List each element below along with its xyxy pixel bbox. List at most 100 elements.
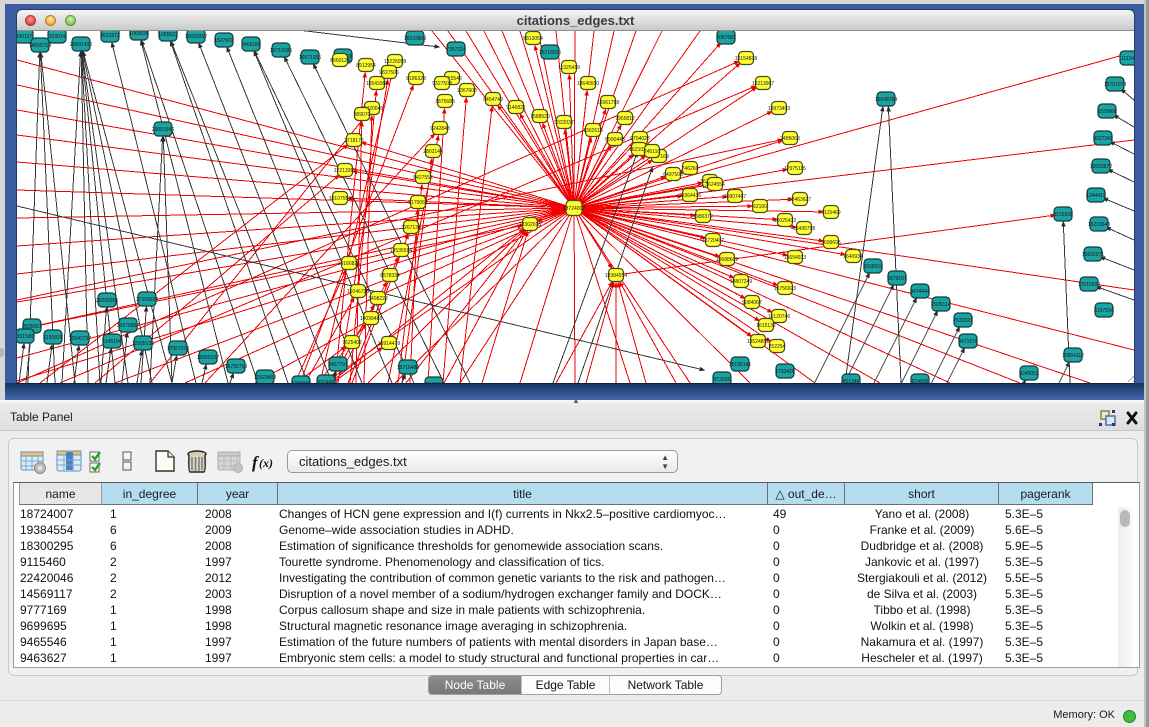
svg-text:15716485: 15716485 <box>397 365 419 371</box>
svg-text:9474444: 9474444 <box>910 289 930 295</box>
svg-text:16671355: 16671355 <box>299 55 321 61</box>
svg-text:6879197: 6879197 <box>887 276 907 282</box>
svg-text:15720407: 15720407 <box>702 238 724 244</box>
svg-text:9329966: 9329966 <box>1097 109 1117 115</box>
svg-text:6497508: 6497508 <box>663 172 683 178</box>
svg-text:2935114: 2935114 <box>931 302 950 308</box>
svg-text:111240: 111240 <box>1121 56 1134 62</box>
svg-text:851346: 851346 <box>843 379 860 383</box>
svg-text:2621973: 2621973 <box>100 33 120 39</box>
svg-text:1733426: 1733426 <box>775 369 795 375</box>
svg-text:746266: 746266 <box>682 166 699 172</box>
svg-text:9227342: 9227342 <box>1093 136 1113 142</box>
svg-text:12923468: 12923468 <box>254 375 276 381</box>
svg-text:1244419: 1244419 <box>1086 193 1106 199</box>
svg-text:8578334: 8578334 <box>380 273 400 279</box>
svg-text:3215938: 3215938 <box>1053 212 1073 218</box>
svg-text:10719185: 10719185 <box>270 48 292 54</box>
svg-text:20053346: 20053346 <box>152 127 174 133</box>
svg-text:7986372: 7986372 <box>693 214 713 220</box>
svg-text:15692971: 15692971 <box>1082 252 1104 258</box>
svg-text:9245052: 9245052 <box>1019 371 1039 377</box>
svg-text:1292346: 1292346 <box>291 381 311 383</box>
svg-text:12213967: 12213967 <box>752 81 774 87</box>
svg-text:20364436: 20364436 <box>679 193 701 199</box>
svg-text:10973493: 10973493 <box>768 106 790 112</box>
svg-text:1527602: 1527602 <box>214 38 234 44</box>
svg-text:8938923: 8938923 <box>863 264 883 270</box>
svg-text:17957273: 17957273 <box>167 346 189 352</box>
svg-text:932496: 932496 <box>318 380 335 383</box>
svg-text:18807249: 18807249 <box>730 279 752 285</box>
svg-text:16782759: 16782759 <box>225 364 247 370</box>
svg-text:17016504: 17016504 <box>1078 282 1100 288</box>
svg-text:17359924: 17359924 <box>136 297 158 303</box>
svg-text:9699695: 9699695 <box>821 240 841 246</box>
svg-text:9827506: 9827506 <box>379 70 399 76</box>
svg-text:9170061: 9170061 <box>408 200 428 206</box>
svg-text:13654923: 13654923 <box>784 255 806 261</box>
svg-text:10807487: 10807487 <box>724 194 746 200</box>
svg-text:1615132: 1615132 <box>756 323 776 329</box>
svg-text:9146821: 9146821 <box>506 105 526 111</box>
svg-text:13524851: 13524851 <box>747 339 769 345</box>
svg-text:5322037: 5322037 <box>554 120 574 126</box>
svg-text:1588520: 1588520 <box>530 114 550 120</box>
svg-text:11325419: 11325419 <box>558 65 580 71</box>
svg-text:1362615: 1362615 <box>583 128 603 134</box>
svg-text:8427552: 8427552 <box>413 175 433 181</box>
svg-text:8471676: 8471676 <box>958 339 978 345</box>
svg-text:9242848: 9242848 <box>430 126 450 132</box>
svg-text:18724007: 18724007 <box>563 206 585 212</box>
svg-text:10655267: 10655267 <box>185 34 207 40</box>
svg-text:9084067: 9084067 <box>742 300 762 306</box>
svg-text:16046738: 16046738 <box>347 289 369 295</box>
svg-text:3498222: 3498222 <box>368 296 388 302</box>
svg-text:18640910: 18640910 <box>577 81 599 87</box>
svg-text:9115460: 9115460 <box>821 210 840 216</box>
svg-text:2087682: 2087682 <box>716 35 736 41</box>
svg-text:1145194: 1145194 <box>102 339 121 345</box>
svg-text:15136141: 15136141 <box>729 362 751 368</box>
svg-text:203914: 203914 <box>49 34 66 40</box>
svg-text:1065532: 1065532 <box>158 32 178 38</box>
svg-text:7632621: 7632621 <box>953 318 973 324</box>
svg-text:16648784: 16648784 <box>875 97 897 103</box>
svg-text:252254: 252254 <box>769 344 786 350</box>
svg-text:(x): (x) <box>259 456 273 470</box>
svg-text:2367608: 2367608 <box>457 88 477 94</box>
svg-text:62160: 62160 <box>753 204 767 210</box>
svg-text:15495798: 15495798 <box>793 226 815 232</box>
svg-text:7357224: 7357224 <box>446 47 466 53</box>
svg-text:3624554: 3624554 <box>705 182 725 188</box>
svg-text:890137: 890137 <box>17 34 33 40</box>
svg-text:3267130: 3267130 <box>401 225 421 231</box>
svg-text:989070: 989070 <box>354 112 371 118</box>
svg-text:2718176: 2718176 <box>344 138 364 144</box>
svg-text:072036: 072036 <box>714 377 731 383</box>
svg-text:16033809: 16033809 <box>404 36 426 42</box>
svg-text:12213367: 12213367 <box>334 168 356 174</box>
svg-text:20691406: 20691406 <box>70 42 92 48</box>
svg-text:10025433: 10025433 <box>774 218 796 224</box>
svg-text:10756923: 10756923 <box>774 286 796 292</box>
svg-text:924505: 924505 <box>912 379 929 383</box>
svg-text:16154838: 16154838 <box>735 56 757 62</box>
svg-text:8912954: 8912954 <box>356 63 376 69</box>
svg-text:8990448: 8990448 <box>605 137 625 143</box>
svg-text:18302015: 18302015 <box>519 222 541 228</box>
svg-text:12505135: 12505135 <box>132 341 154 347</box>
svg-text:8813054: 8813054 <box>523 36 543 42</box>
svg-text:245110: 245110 <box>644 149 661 155</box>
svg-text:1167534: 1167534 <box>1094 308 1113 314</box>
svg-text:1065526: 1065526 <box>129 31 149 37</box>
svg-text:10463627: 10463627 <box>789 197 811 203</box>
svg-text:154164: 154164 <box>426 382 443 383</box>
svg-text:6794028: 6794028 <box>630 136 650 142</box>
svg-text:10958107: 10958107 <box>197 355 219 361</box>
svg-text:7955812: 7955812 <box>615 116 635 122</box>
svg-text:20206556: 20206556 <box>96 298 118 304</box>
svg-text:10107553: 10107553 <box>329 196 351 202</box>
svg-text:9457791: 9457791 <box>328 362 348 368</box>
svg-text:16914479: 16914479 <box>378 341 400 347</box>
